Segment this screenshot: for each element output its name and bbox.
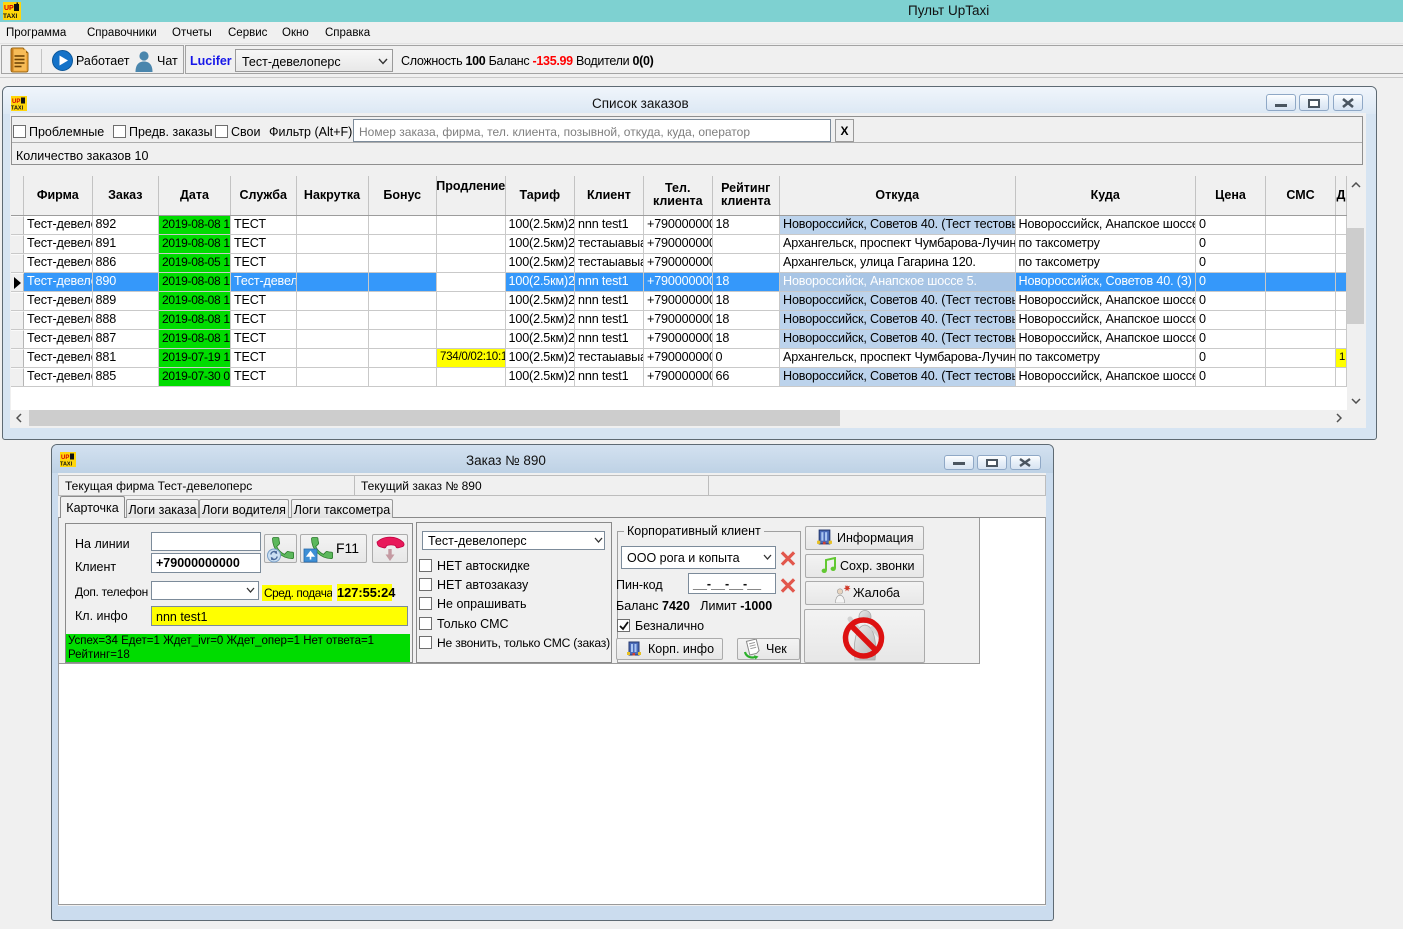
- svg-text:UP: UP: [4, 5, 14, 12]
- svg-text:UP: UP: [61, 455, 69, 461]
- svg-text:UP: UP: [12, 99, 20, 105]
- svg-text:TAXI: TAXI: [3, 13, 18, 20]
- svg-text:TAXI: TAXI: [60, 462, 73, 468]
- svg-text:TAXI: TAXI: [11, 106, 24, 112]
